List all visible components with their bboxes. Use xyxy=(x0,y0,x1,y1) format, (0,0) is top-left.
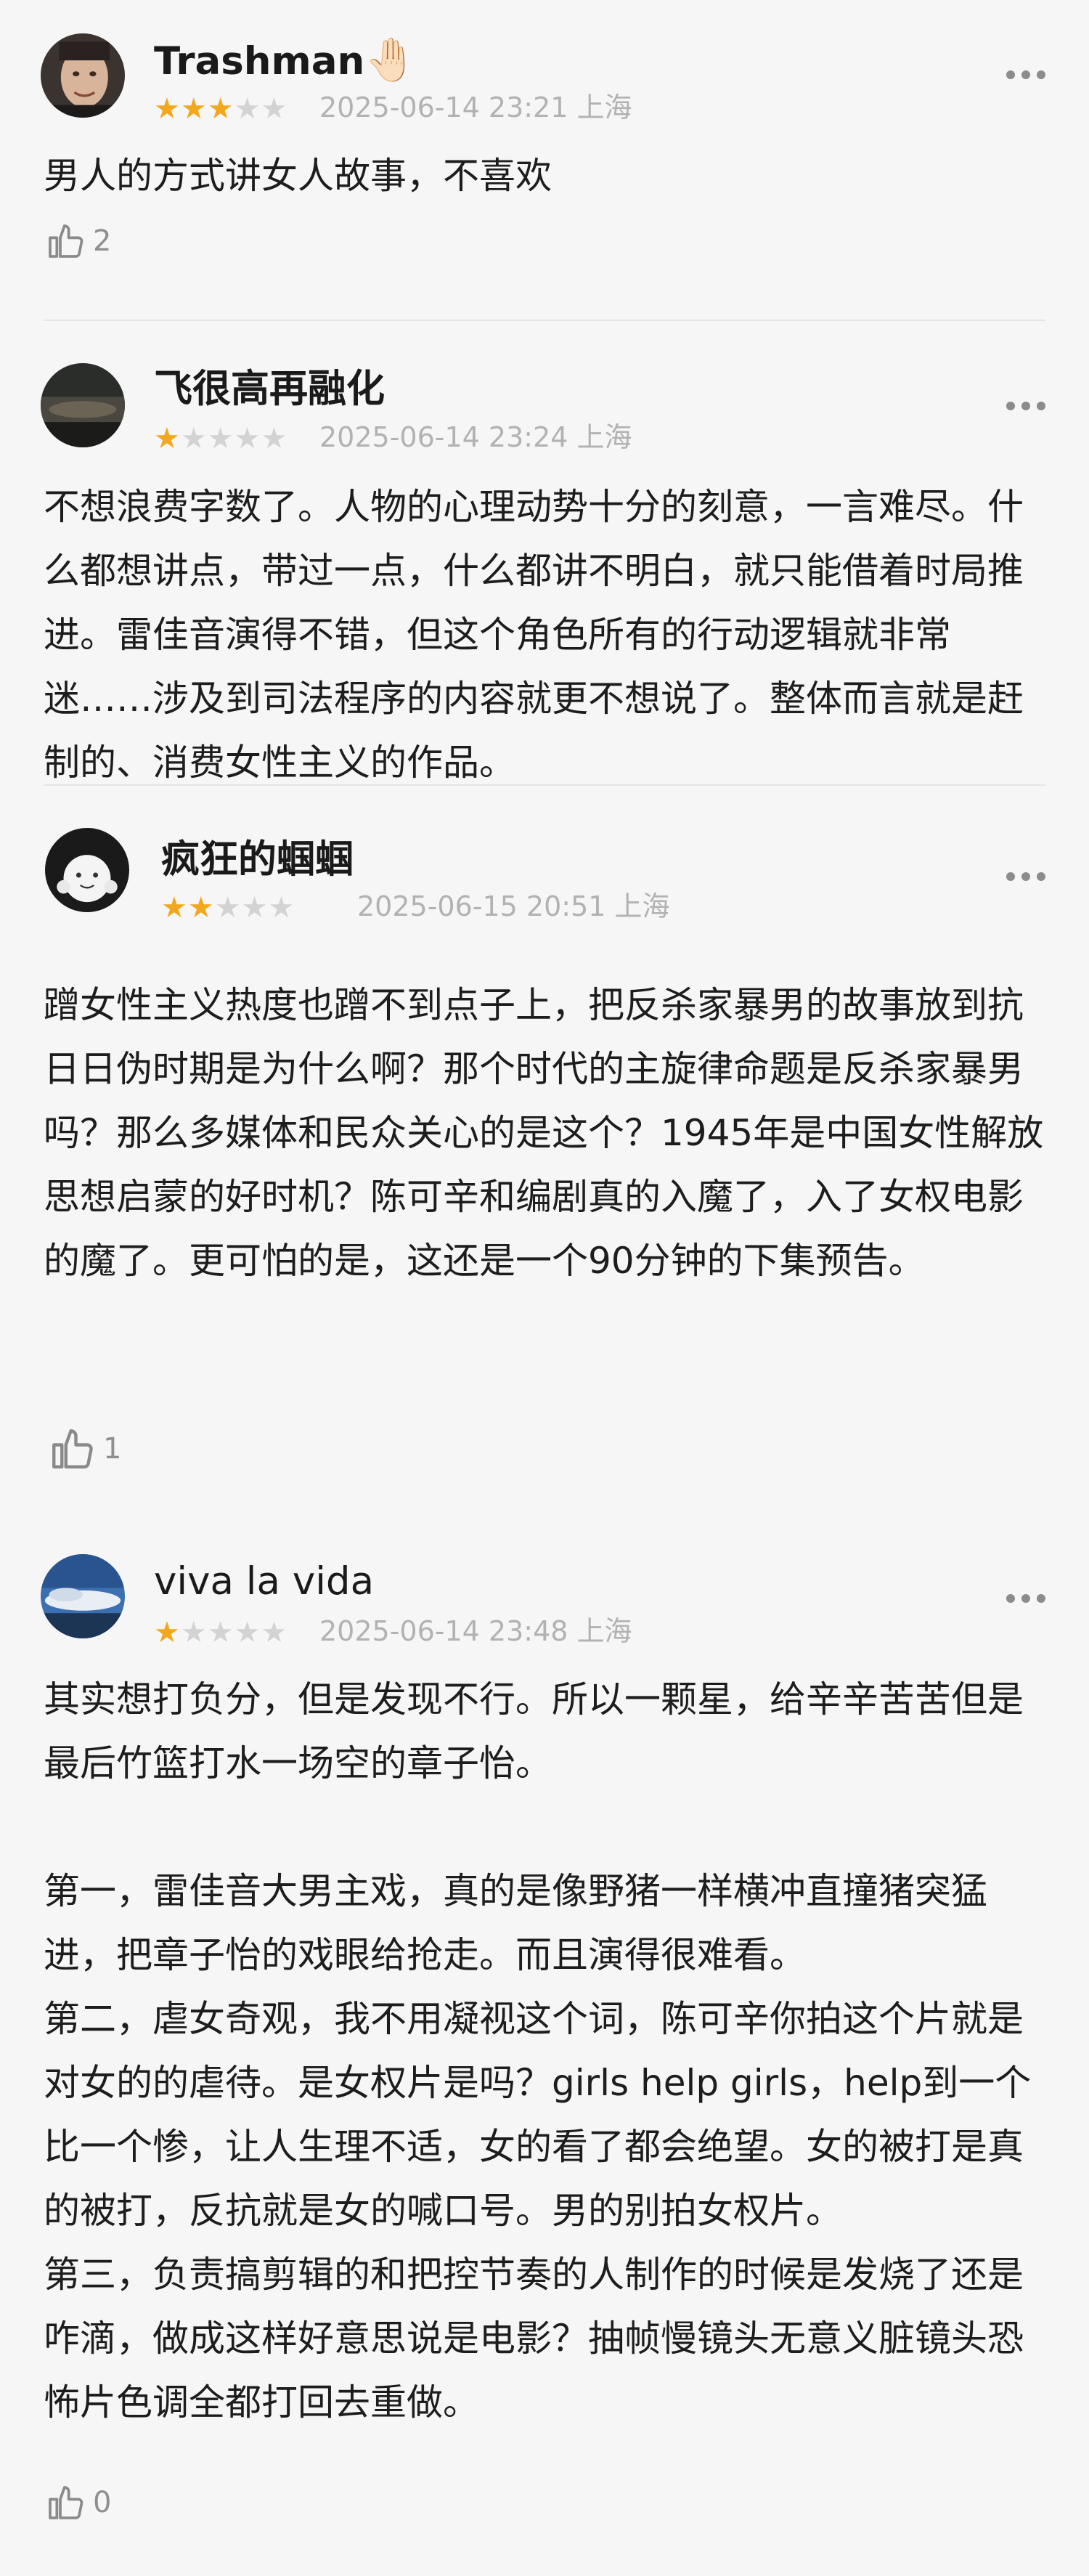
raised-hand-emoji: 🤚🏻 xyxy=(364,35,417,84)
thumbs-up-icon xyxy=(49,224,83,258)
avatar[interactable] xyxy=(41,33,125,118)
like-button[interactable]: 2 xyxy=(45,221,111,261)
review-meta: 2025-06-15 20:51 上海 xyxy=(357,890,670,922)
star-rating: ★★★★★ xyxy=(161,891,295,925)
review-date: 2025-06-15 20:51 xyxy=(357,890,606,922)
review-location: 上海 xyxy=(576,92,632,123)
review-meta: 2025-06-14 23:21 上海 xyxy=(319,92,632,123)
username[interactable]: 飞很高再融化 xyxy=(154,366,385,413)
review-location: 上海 xyxy=(614,890,670,922)
divider xyxy=(44,320,1045,321)
like-count: 2 xyxy=(93,224,112,258)
star-rating: ★★★★★ xyxy=(154,1616,288,1649)
like-count: 0 xyxy=(93,2486,112,2519)
thumbs-up-icon xyxy=(52,1429,93,1468)
star-rating: ★★★★★ xyxy=(154,92,288,126)
star-rating: ★★★★★ xyxy=(154,422,288,455)
review-meta: 2025-06-14 23:48 上海 xyxy=(319,1615,632,1647)
more-dots-icon[interactable] xyxy=(1006,1593,1045,1604)
username[interactable]: 疯狂的蝈蝈 xyxy=(161,837,354,883)
review-text: 男人的方式讲女人故事，不喜欢 xyxy=(44,155,552,197)
review-date: 2025-06-14 23:24 xyxy=(319,421,568,453)
username[interactable]: Trashman🤚🏻 xyxy=(154,36,417,85)
like-count: 1 xyxy=(103,1432,122,1466)
avatar[interactable] xyxy=(41,363,125,447)
thumbs-up-icon xyxy=(49,2486,83,2519)
username[interactable]: viva la vida xyxy=(154,1559,374,1605)
like-button[interactable]: 1 xyxy=(48,1425,121,1473)
like-button[interactable]: 0 xyxy=(45,2482,111,2523)
more-dots-icon[interactable] xyxy=(1006,70,1045,80)
more-dots-icon[interactable] xyxy=(1006,871,1045,882)
divider xyxy=(44,784,1045,786)
review-meta: 2025-06-14 23:24 上海 xyxy=(319,421,632,453)
review-text: 其实想打负分，但是发现不行。所以一颗星，给辛辛苦苦但是最后竹篮打水一场空的章子怡… xyxy=(44,1678,1032,2423)
more-dots-icon[interactable] xyxy=(1006,401,1045,411)
avatar[interactable] xyxy=(41,1554,125,1638)
review-text: 蹭女性主义热度也蹭不到点子上，把反杀家暴男的故事放到抗日日伪时期是为什么啊？那个… xyxy=(44,984,1044,1282)
review-location: 上海 xyxy=(576,1615,632,1647)
review-text: 不想浪费字数了。人物的心理动势十分的刻意，一言难尽。什么都想讲点，带过一点，什么… xyxy=(44,486,1024,784)
review-location: 上海 xyxy=(576,421,632,453)
avatar[interactable] xyxy=(45,828,129,912)
review-date: 2025-06-14 23:48 xyxy=(319,1615,568,1647)
review-date: 2025-06-14 23:21 xyxy=(319,92,568,123)
